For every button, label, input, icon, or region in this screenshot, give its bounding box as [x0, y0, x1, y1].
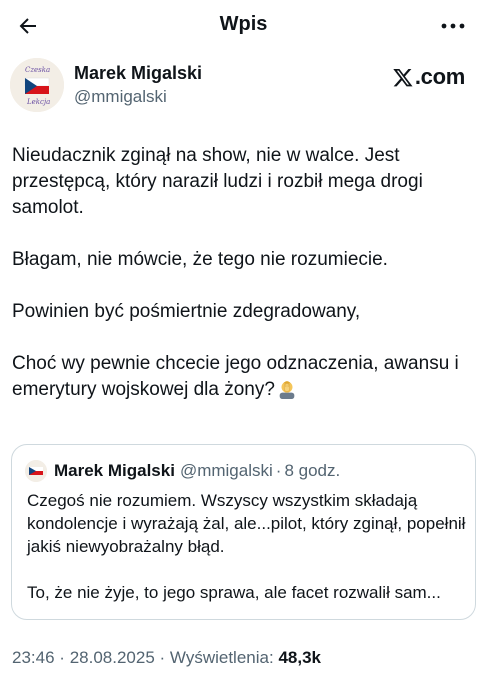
tweet-author: Czeska Lekcja Marek Migalski @mmigalski …	[10, 58, 477, 114]
quoted-paragraph-truncated: To, że nie żyje, to jego sprawa, ale fac…	[27, 583, 441, 602]
quoted-avatar	[25, 460, 47, 482]
views-count: 48,3k	[278, 648, 321, 667]
views-label: Wyświetlenia:	[169, 648, 274, 667]
x-logo-icon	[393, 68, 413, 86]
quoted-tweet[interactable]: Marek Migalski @mmigalski · 8 godz. Czeg…	[11, 444, 476, 620]
tweet-date: 28.08.2025	[69, 648, 155, 667]
man-facepalming-emoji-icon	[279, 381, 295, 399]
tweet-paragraph-last: Choć wy pewnie chcecie jego odznaczenia,…	[12, 351, 472, 403]
tweet-paragraph: Powinien być pośmiertnie zdegradowany,	[12, 301, 361, 322]
tweet-meta: 23:46 · 28.08.2025 · Wyświetlenia: 48,3k	[12, 648, 321, 668]
quoted-tweet-header: Marek Migalski @mmigalski · 8 godz.	[25, 459, 340, 483]
tweet-paragraph-text: Choć wy pewnie chcecie jego odznaczenia,…	[12, 353, 459, 400]
avatar-text-2: Lekcja	[26, 98, 50, 106]
top-bar: Wpis	[0, 0, 487, 52]
tweet-text: Nieudacznik zginął na show, nie w walce.…	[12, 143, 472, 403]
more-horizontal-icon	[441, 23, 465, 29]
quoted-tweet-text: Czegoś nie rozumiem. Wszyscy wszystkim s…	[27, 489, 467, 604]
page-title: Wpis	[219, 13, 268, 35]
tweet-time: 23:46	[12, 648, 55, 667]
more-options-button[interactable]	[437, 12, 469, 40]
quoted-avatar-image	[25, 460, 47, 482]
tweet-paragraph: Nieudacznik zginął na show, nie w walce.…	[12, 145, 423, 218]
x-com-label: .com	[414, 64, 465, 89]
quoted-paragraph: Czegoś nie rozumiem. Wszyscy wszystkim s…	[27, 491, 466, 556]
author-name[interactable]: Marek Migalski	[74, 63, 202, 84]
quoted-timestamp: 8 godz.	[284, 461, 341, 480]
author-handle[interactable]: @mmigalski	[74, 87, 167, 107]
meta-separator: ·	[59, 648, 65, 667]
tweet-paragraph: Błagam, nie mówcie, że tego nie rozumiec…	[12, 249, 388, 270]
meta-separator: ·	[159, 648, 166, 667]
quoted-author-name: Marek Migalski	[54, 461, 175, 480]
quoted-author-handle: @mmigalski	[179, 461, 273, 480]
quoted-separator: ·	[275, 461, 282, 480]
avatar[interactable]: Czeska Lekcja	[10, 58, 64, 112]
x-com-logo: .com	[392, 62, 465, 92]
avatar-image: Czeska Lekcja	[10, 58, 64, 112]
avatar-text-1: Czeska	[25, 66, 50, 74]
